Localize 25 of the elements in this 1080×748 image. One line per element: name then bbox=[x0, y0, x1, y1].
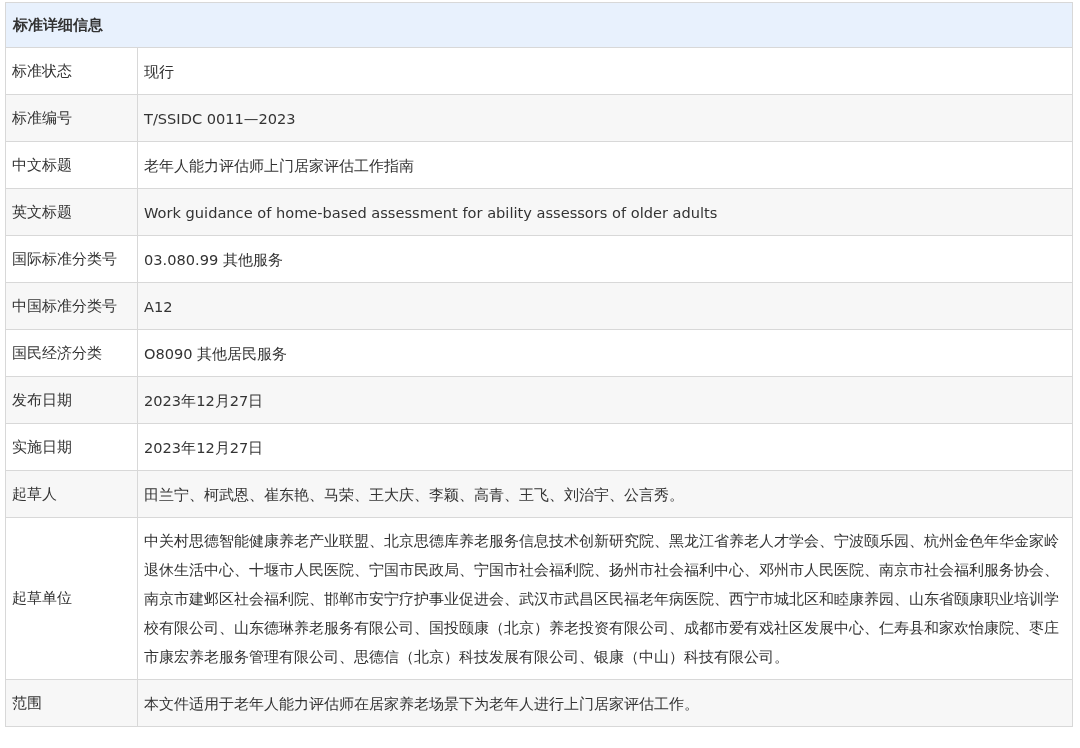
table-cell: Work guidance of home-based assessment for ability assessors of older adults bbox=[137, 188, 1073, 236]
table-cell: 03.080.99 其他服务 bbox=[137, 235, 1073, 283]
table-cell: 本文件适用于老年人能力评估师在居家养老场景下为老年人进行上门居家评估工作。 bbox=[137, 679, 1073, 727]
table-cell: 中关村思德智能健康养老产业联盟、北京思德库养老服务信息技术创新研究院、黑龙江省养老人才学会、宁波颐乐园、杭州金色年华金家岭退休生活中心、十堰市人民医院、宁国市民政局、宁国市社会福利院、扬州市社会福利中心、邓州市人民医院、南京市社会福利服务协会、南京市建邺区社会福利院、邯郸市安宁疗护事业促进会、武汉市武昌区民福老年病医院、西宁市城北区和睦康养园、山东省颐康职业培训学校有限公司、山东德琳养老服务有限公司、国投颐康（北京）养老投资有限公司、成都市爱有戏社区发展中心、仁寿县和家欢怡康院、枣庄市康宏养老服务管理有限公司、思德信（北京）科技发展有限公司、银康（中山）科技有限公司。 bbox=[137, 517, 1073, 680]
table-cell: 2023年12月27日 bbox=[137, 376, 1073, 424]
table-cell: 国际标准分类号 bbox=[5, 235, 138, 283]
table-cell: 老年人能力评估师上门居家评估工作指南 bbox=[137, 141, 1073, 189]
table-cell: 标准编号 bbox=[5, 94, 138, 142]
table-cell: 现行 bbox=[137, 47, 1073, 95]
table-cell: O8090 其他居民服务 bbox=[137, 329, 1073, 377]
table-cell: 田兰宁、柯武恩、崔东艳、马荣、王大庆、李颖、高青、王飞、刘治宇、公言秀。 bbox=[137, 470, 1073, 518]
table-cell: 中国标准分类号 bbox=[5, 282, 138, 330]
table-cell: T/SSIDC 0011—2023 bbox=[137, 94, 1073, 142]
table-cell: 范围 bbox=[5, 679, 138, 727]
table-cell: 标准状态 bbox=[5, 47, 138, 95]
table-cell: 起草人 bbox=[5, 470, 138, 518]
table-cell: 发布日期 bbox=[5, 376, 138, 424]
table-cell: A12 bbox=[137, 282, 1073, 330]
table-cell: 中文标题 bbox=[5, 141, 138, 189]
table-cell: 实施日期 bbox=[5, 423, 138, 471]
table-cell: 起草单位 bbox=[5, 517, 138, 680]
table-cell: 英文标题 bbox=[5, 188, 138, 236]
table-cell: 2023年12月27日 bbox=[137, 423, 1073, 471]
table-title: 标准详细信息 bbox=[5, 2, 1073, 48]
table-cell: 国民经济分类 bbox=[5, 329, 138, 377]
